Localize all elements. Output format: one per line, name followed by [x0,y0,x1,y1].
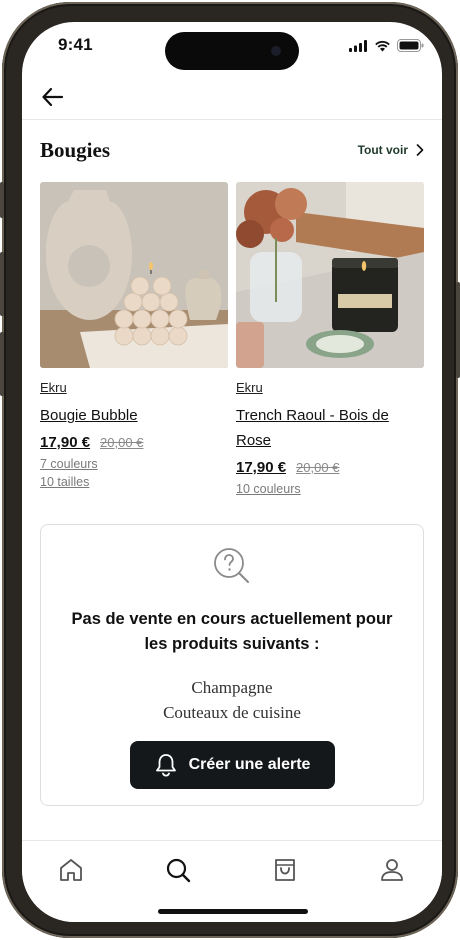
no-sale-message: Pas de vente en cours actuellement pour … [71,610,393,653]
home-indicator [158,909,308,914]
product-brand[interactable]: Ekru [236,380,263,395]
home-icon [60,859,82,881]
product-name[interactable]: Trench Raoul - Bois de Rose [236,403,424,453]
create-alert-label: Créer une alerte [188,756,311,773]
volume-up-button [0,252,4,316]
tab-home[interactable] [54,853,88,887]
bell-icon [155,754,176,777]
tab-bag[interactable] [268,853,302,887]
status-time: 9:41 [58,35,93,54]
product-image[interactable] [236,182,424,368]
status-icons [349,39,424,52]
mute-switch [0,182,4,218]
see-all-link[interactable]: Tout voir [358,143,424,157]
chevron-right-icon [416,144,424,156]
product-colors[interactable]: 10 couleurs [236,482,424,496]
product-name[interactable]: Bougie Bubble [40,403,228,428]
user-icon [381,859,403,881]
product-price: 17,90 € [236,459,287,476]
section-header: Bougies Tout voir [40,136,424,166]
product-old-price: 20,00 € [100,435,144,450]
product-sizes[interactable]: 10 tailles [40,475,228,489]
back-button[interactable] [40,84,66,110]
no-sale-alert-card: Pas de vente en cours actuellement pour … [40,524,424,806]
status-bar: 9:41 [22,22,442,72]
signal-icon [349,39,367,52]
dynamic-island [165,32,299,70]
search-question-icon [214,548,249,583]
wifi-icon [375,40,390,51]
section-title: Bougies [40,138,111,162]
search-icon [166,858,191,883]
product-image[interactable] [40,182,228,368]
tab-account[interactable] [375,853,409,887]
price-row: 17,90 € 20,00 € [40,434,228,451]
product-old-price: 20,00 € [296,460,340,475]
phone-frame: 9:41 Bougies Tout voir Ekru Bougie Bubbl… [0,2,460,938]
product-brand[interactable]: Ekru [40,380,67,395]
product-colors[interactable]: 7 couleurs [40,457,228,471]
bag-icon [275,859,295,881]
category-item: Champagne [191,678,273,697]
battery-icon [397,39,424,52]
product-card[interactable]: Ekru Trench Raoul - Bois de Rose 17,90 €… [236,182,424,496]
create-alert-button[interactable]: Créer une alerte [130,741,335,789]
product-card[interactable]: Ekru Bougie Bubble 17,90 € 20,00 € 7 cou… [40,182,228,489]
power-button [456,282,460,378]
price-row: 17,90 € 20,00 € [236,459,424,476]
screen: 9:41 Bougies Tout voir Ekru Bougie Bubbl… [22,22,442,922]
arrow-left-icon [42,87,64,107]
top-bar [22,74,442,120]
product-price: 17,90 € [40,434,91,451]
see-all-label: Tout voir [357,143,408,157]
category-item: Couteaux de cuisine [163,703,301,722]
product-category-list: Champagne Couteaux de cuisine [41,675,423,725]
tab-search[interactable] [161,853,195,887]
volume-down-button [0,332,4,396]
bottom-tab-bar [22,840,442,922]
